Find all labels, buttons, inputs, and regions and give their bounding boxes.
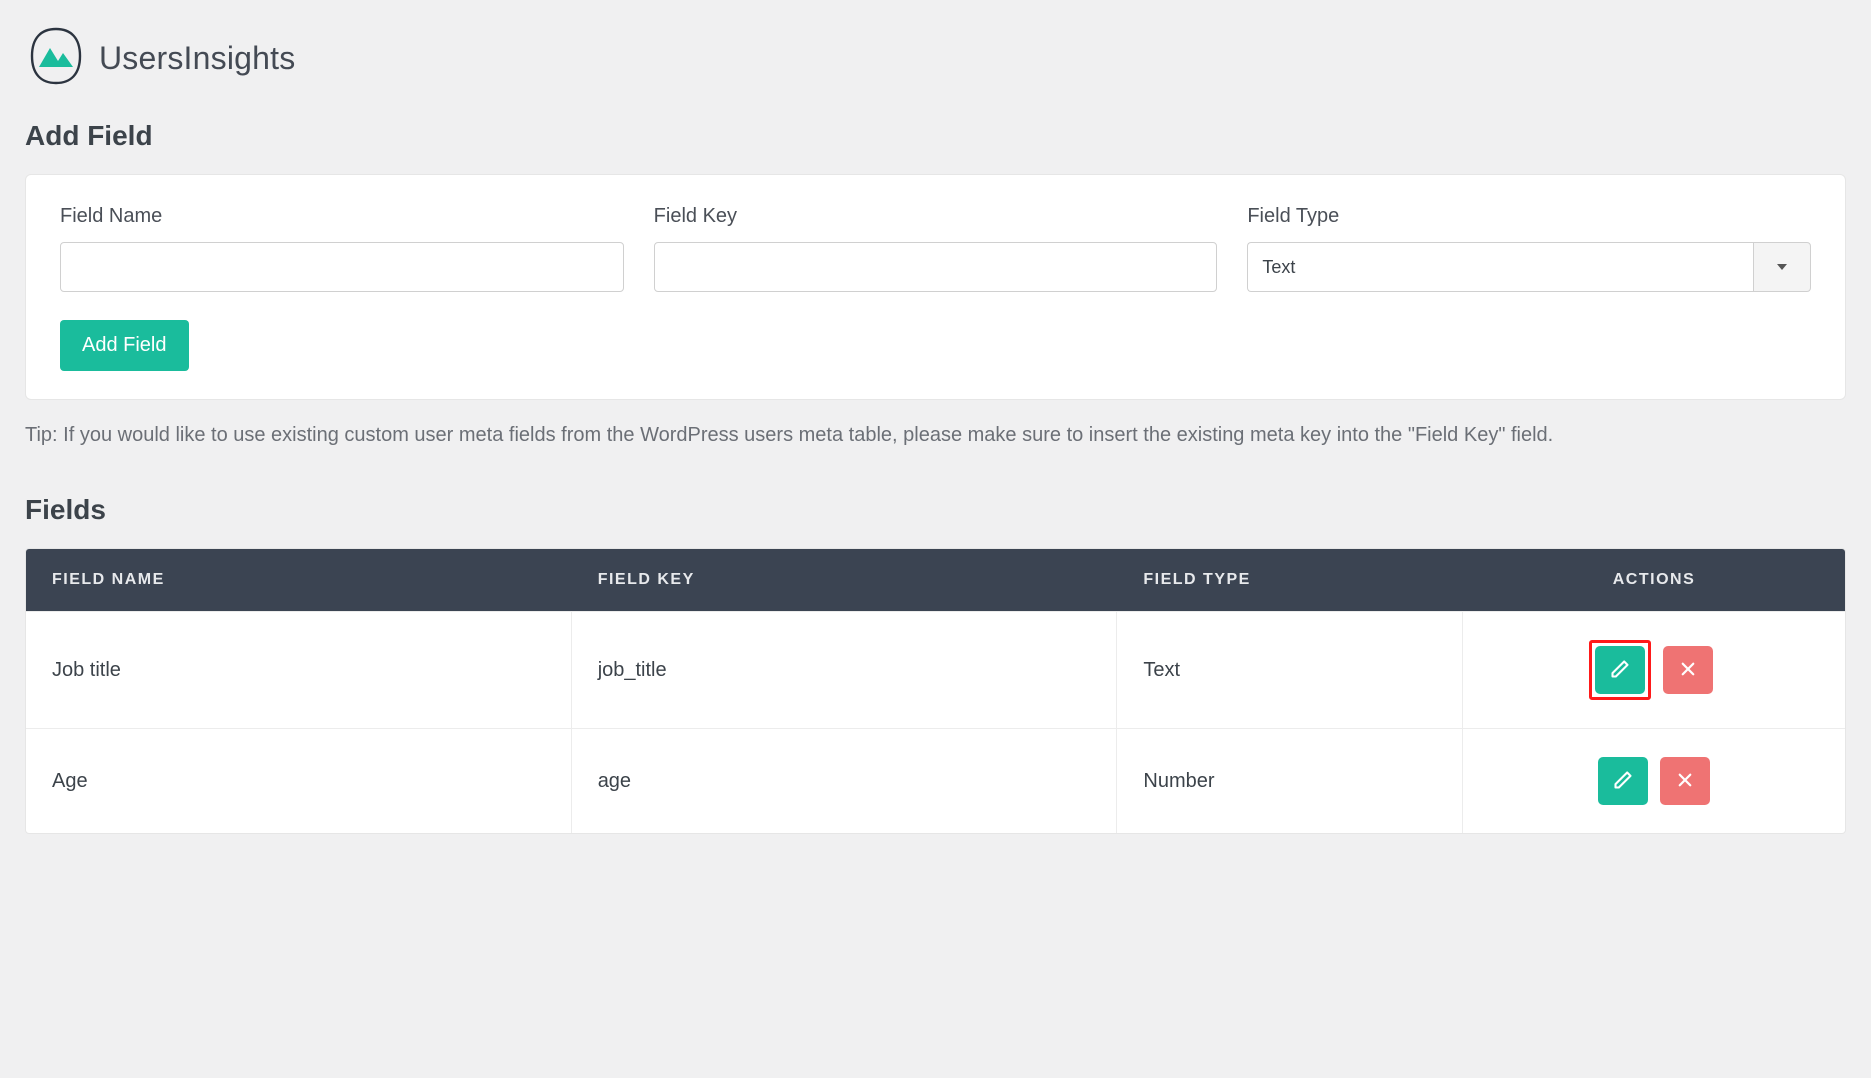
field-key-label: Field Key (654, 205, 1218, 228)
field-type-dropdown-button[interactable] (1753, 242, 1811, 292)
close-icon (1679, 660, 1697, 681)
pencil-icon (1613, 770, 1633, 793)
th-field-name: FIELD NAME (26, 549, 572, 611)
add-field-button[interactable]: Add Field (60, 320, 189, 371)
chevron-down-icon (1777, 264, 1787, 270)
header-logo: UsersInsights (25, 25, 1846, 92)
cell-field-name: Age (26, 728, 572, 833)
field-type-select[interactable]: Text (1247, 242, 1811, 292)
field-type-selected[interactable]: Text (1247, 242, 1753, 292)
cell-field-name: Job title (26, 611, 572, 728)
close-icon (1676, 771, 1694, 792)
add-field-panel: Field Name Field Key Field Type Text Add… (25, 174, 1846, 400)
mountain-icon (25, 25, 87, 92)
cell-actions (1463, 728, 1845, 833)
cell-field-key: job_title (572, 611, 1118, 728)
field-name-label: Field Name (60, 205, 624, 228)
fields-table: FIELD NAME FIELD KEY FIELD TYPE ACTIONS … (25, 548, 1846, 834)
cell-field-key: age (572, 728, 1118, 833)
field-name-input[interactable] (60, 242, 624, 292)
add-field-heading: Add Field (25, 120, 1846, 152)
th-field-key: FIELD KEY (572, 549, 1118, 611)
cell-field-type: Number (1117, 728, 1463, 833)
fields-heading: Fields (25, 494, 1846, 526)
edit-button[interactable] (1598, 757, 1648, 805)
field-type-label: Field Type (1247, 205, 1811, 228)
pencil-icon (1610, 659, 1630, 682)
table-row: Job titlejob_titleText (26, 611, 1845, 728)
cell-actions (1463, 611, 1845, 728)
field-key-input[interactable] (654, 242, 1218, 292)
brand-name: UsersInsights (99, 40, 295, 77)
tip-text: Tip: If you would like to use existing c… (25, 420, 1846, 450)
delete-button[interactable] (1660, 757, 1710, 805)
table-row: AgeageNumber (26, 728, 1845, 833)
th-field-type: FIELD TYPE (1117, 549, 1463, 611)
edit-button[interactable] (1595, 646, 1645, 694)
th-actions: ACTIONS (1463, 549, 1845, 611)
cell-field-type: Text (1117, 611, 1463, 728)
delete-button[interactable] (1663, 646, 1713, 694)
highlight-annotation (1589, 640, 1651, 700)
